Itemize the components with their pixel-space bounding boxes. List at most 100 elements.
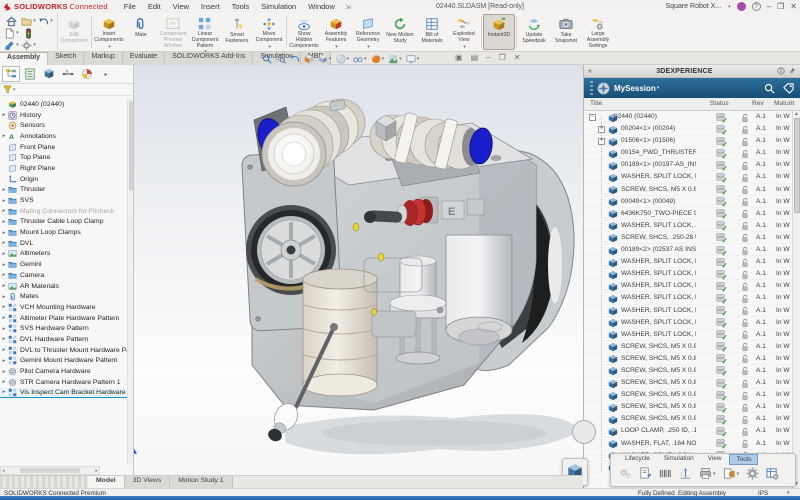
section-view-icon[interactable] bbox=[304, 54, 314, 64]
barcode-icon[interactable] bbox=[659, 467, 672, 480]
component-row[interactable]: 00189<2> (02537 AS INSTALLED) ✓ A.1 In W bbox=[584, 244, 792, 256]
component-row[interactable]: 00049<1> (00049) ✓ A.1 In W bbox=[584, 196, 792, 208]
propertymanager-tab[interactable] bbox=[21, 66, 39, 82]
insert-components-button[interactable]: Insert Components▾ bbox=[93, 14, 125, 50]
pin-icon[interactable]: ⇲ bbox=[345, 3, 351, 11]
component-row[interactable]: SCREW, SHCS, M5 X 0.8 MM TH... ✓ A.1 In … bbox=[584, 184, 792, 196]
appearance-brush-icon[interactable]: ▾ bbox=[4, 40, 19, 51]
component-row[interactable]: WASHER, SPLIT LOCK, M5 SCR... ✓ A.1 In W bbox=[584, 317, 792, 329]
avatar[interactable] bbox=[737, 2, 746, 11]
exploded-view-button[interactable]: Exploded View▾ bbox=[448, 14, 480, 50]
component-row[interactable]: WASHER, SPLIT LOCK, M5 SCR... ✓ A.1 In W bbox=[584, 280, 792, 292]
column-header-maturit[interactable]: Maturit bbox=[774, 100, 794, 107]
stacked-cylinder-stack[interactable] bbox=[303, 269, 377, 396]
update-speedpak-button[interactable]: Update Speedpak bbox=[518, 14, 550, 50]
component-row[interactable]: LOOP CLAMP, .250 ID, .172 DIA... ✓ A.1 I… bbox=[584, 425, 792, 437]
component-row[interactable]: WASHER, FLAT, .164 NOM SCR... ✓ A.1 In W bbox=[584, 438, 792, 450]
tree-filter[interactable]: ▾ bbox=[0, 84, 133, 96]
new-doc-icon[interactable]: ▾ bbox=[4, 28, 19, 39]
splitter-hatch[interactable] bbox=[0, 476, 88, 488]
lifecycle-icon[interactable] bbox=[23, 28, 34, 39]
column-header-rev[interactable]: Rev bbox=[752, 100, 764, 107]
pin-icon[interactable] bbox=[788, 67, 796, 75]
doc-minimize-icon[interactable]: – bbox=[486, 53, 490, 62]
component-row[interactable]: SCREW, SHCS, M5 X 0.8 MM TH... ✓ A.1 In … bbox=[584, 401, 792, 413]
lower-right-cylinder[interactable] bbox=[446, 235, 512, 345]
options-gear-icon[interactable]: ▾ bbox=[21, 40, 36, 51]
configurationmanager-tab[interactable] bbox=[40, 66, 58, 82]
display-style-icon[interactable]: ▾ bbox=[336, 54, 350, 64]
expander-icon[interactable]: + bbox=[598, 138, 605, 145]
tree-root-assembly[interactable]: 02440 (02440) bbox=[0, 99, 127, 110]
view-settings-icon[interactable]: ▾ bbox=[406, 54, 420, 64]
tree-horizontal-scrollbar[interactable]: ◂▸ bbox=[0, 466, 100, 475]
tree-item-right-plane[interactable]: Right Plane bbox=[0, 163, 127, 174]
session-selector[interactable]: MySession bbox=[614, 84, 656, 93]
export-icon[interactable]: ▾ bbox=[723, 467, 740, 480]
component-row[interactable]: WASHER, SPLIT LOCK, .250 NO... ✓ A.1 In … bbox=[584, 220, 792, 232]
filter-icon[interactable] bbox=[3, 85, 12, 94]
status-units-caret-icon[interactable]: ▾ bbox=[787, 490, 790, 496]
gears-icon[interactable] bbox=[619, 467, 632, 480]
tree-item-ar-materials[interactable]: ▸ AR Materials bbox=[0, 281, 127, 292]
zoom-fit-icon[interactable] bbox=[262, 54, 272, 64]
column-header-title[interactable]: Title bbox=[590, 100, 602, 107]
take-snapshot-button[interactable]: Take Snapshot bbox=[550, 14, 582, 50]
smart-fasteners-button[interactable]: Smart Fasteners bbox=[221, 14, 253, 50]
doc-tab-model[interactable]: Model bbox=[88, 476, 125, 488]
tab-sketch[interactable]: Sketch bbox=[48, 52, 84, 65]
component-row[interactable]: − 02440 (02440) ✓ A.1 In W bbox=[584, 111, 792, 123]
assembly-features-button[interactable]: Assembly Features▾ bbox=[320, 14, 352, 50]
tool-tab-simulation[interactable]: Simulation bbox=[658, 454, 700, 465]
tree-item-top-plane[interactable]: Top Plane bbox=[0, 152, 127, 163]
minimize-button[interactable]: – bbox=[767, 3, 771, 11]
linear-component-pattern-button[interactable]: Linear Component Pattern▾ bbox=[189, 14, 221, 50]
tree-item-origin[interactable]: Origin bbox=[0, 174, 127, 185]
filter-caret-icon[interactable]: ▾ bbox=[13, 87, 16, 93]
account-menu[interactable]: Square Robot X... bbox=[666, 3, 722, 10]
displaymanager-tab[interactable] bbox=[78, 66, 96, 82]
tab-solidworks-add-ins[interactable]: SOLIDWORKS Add-Ins bbox=[165, 52, 253, 65]
tab-assembly[interactable]: Assembly bbox=[0, 52, 48, 65]
measure-up-icon[interactable]: 1 bbox=[679, 467, 692, 480]
list-column-headers[interactable]: TitleStatusRevMaturit bbox=[584, 98, 800, 111]
tree-item-annotations[interactable]: ▸ A Annotations bbox=[0, 131, 127, 142]
component-row[interactable]: WASHER, SPLIT LOCK, M5 SCR... ✓ A.1 In W bbox=[584, 329, 792, 341]
component-row[interactable]: SCREW, SHCS, M5 X 0.8 MM TH... ✓ A.1 In … bbox=[584, 377, 792, 389]
component-row[interactable]: + 01506<1> (01506) ✓ A.1 In W bbox=[584, 135, 792, 147]
tree-item-str-camera-hardware-pattern-1[interactable]: ▸ STR Camera Hardware Pattern 1 bbox=[0, 377, 127, 388]
expander-icon[interactable]: − bbox=[589, 114, 596, 121]
menu-window[interactable]: Window bbox=[302, 2, 341, 11]
menu-tools[interactable]: Tools bbox=[226, 2, 256, 11]
zoom-area-icon[interactable] bbox=[276, 54, 286, 64]
report-icon[interactable] bbox=[639, 467, 652, 480]
tree-item-mates[interactable]: ▸ Mates bbox=[0, 291, 127, 302]
menu-insert[interactable]: Insert bbox=[195, 2, 226, 11]
graphics-viewport[interactable]: E bbox=[134, 65, 583, 475]
edit-appearance-icon[interactable]: ▾ bbox=[371, 54, 385, 64]
list-vertical-scrollbar[interactable]: ▲ ▼ bbox=[792, 111, 800, 488]
menu-simulation[interactable]: Simulation bbox=[255, 2, 302, 11]
table-settings-icon[interactable] bbox=[766, 467, 779, 480]
tree-item-svs-hardware-pattern[interactable]: ▸ SVS Hardware Pattern bbox=[0, 323, 127, 334]
view-orientation-icon[interactable]: ▾ bbox=[318, 54, 332, 64]
menu-edit[interactable]: Edit bbox=[142, 2, 167, 11]
move-component-button[interactable]: Move Component▾ bbox=[253, 14, 285, 50]
tree-vertical-scrollbar[interactable] bbox=[127, 99, 133, 465]
tree-item-dvl-to-thruster-mount-hardware-pa[interactable]: ▸ DVL to Thruster Mount Hardware Pa bbox=[0, 345, 127, 356]
restore-button[interactable]: ❐ bbox=[777, 3, 784, 11]
component-row[interactable]: WASHER, SPLIT LOCK, M5 SCR... ✓ A.1 In W bbox=[584, 256, 792, 268]
doc-restore-icon[interactable]: ❐ bbox=[499, 53, 506, 62]
featuremanager-tab[interactable] bbox=[2, 66, 20, 82]
compass-icon[interactable] bbox=[597, 82, 610, 95]
component-row[interactable]: WASHER, SPLIT LOCK, M5 SCR... ✓ A.1 In W bbox=[584, 292, 792, 304]
info-icon[interactable] bbox=[777, 67, 785, 75]
new-motion-study-button[interactable]: New Motion Study bbox=[384, 14, 416, 50]
component-row[interactable]: SCREW, SHCS, .250-28 UNF-3A... ✓ A.1 In … bbox=[584, 232, 792, 244]
assembly-3d-model[interactable]: E bbox=[134, 65, 583, 475]
expander-icon[interactable]: + bbox=[598, 126, 605, 133]
component-row[interactable]: SCREW, SHCS, M5 X 0.8 MM TH... ✓ A.1 In … bbox=[584, 353, 792, 365]
doc-close-icon[interactable]: ✕ bbox=[514, 53, 521, 62]
tool-tab-tools[interactable]: Tools bbox=[729, 454, 758, 465]
settings-gear-icon[interactable] bbox=[746, 467, 759, 480]
